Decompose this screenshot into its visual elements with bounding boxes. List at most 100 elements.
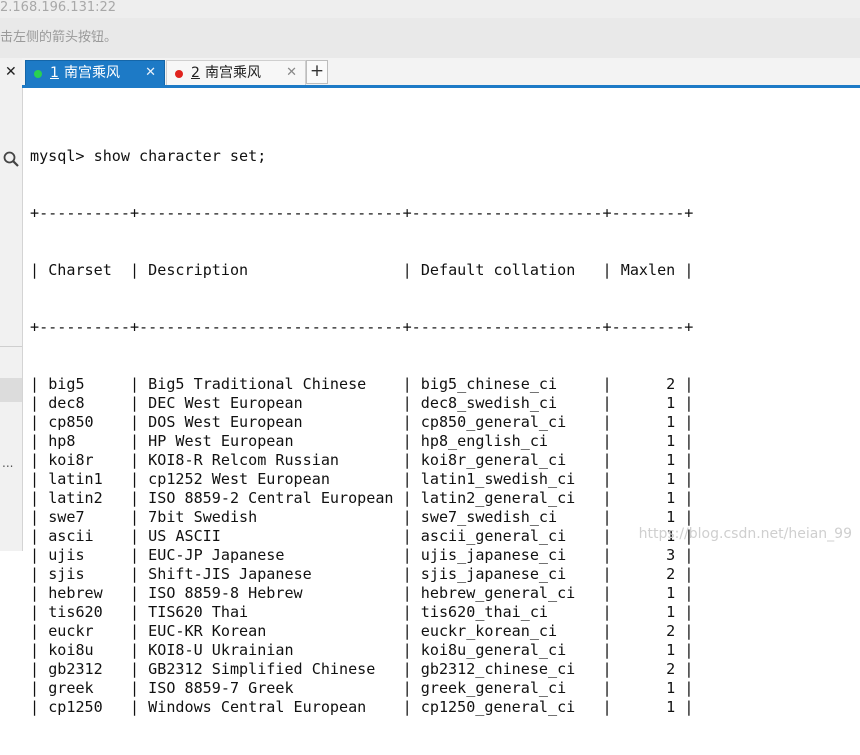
cell-description: EUC-JP Japanese bbox=[148, 546, 285, 564]
cell-collation: koi8u_general_ci bbox=[420, 641, 567, 659]
table-row: | ascii | US ASCII | ascii_general_ci | … bbox=[30, 527, 694, 545]
add-tab-button[interactable]: + bbox=[306, 60, 328, 84]
header-description: Description bbox=[148, 261, 249, 279]
cell-collation: cp1250_general_ci bbox=[420, 698, 576, 716]
cell-description: ISO 8859-7 Greek bbox=[148, 679, 294, 697]
cell-collation: tis620_thai_ci bbox=[420, 603, 549, 621]
panel-selected-item[interactable] bbox=[0, 378, 22, 402]
cell-charset: euckr bbox=[48, 622, 94, 640]
cell-charset: swe7 bbox=[48, 508, 85, 526]
cell-description: ISO 8859-8 Hebrew bbox=[148, 584, 303, 602]
cell-charset: sjis bbox=[48, 565, 85, 583]
cell-collation: hp8_english_ci bbox=[420, 432, 549, 450]
cell-collation: cp850_general_ci bbox=[420, 413, 567, 431]
cell-description: KOI8-U Ukrainian bbox=[148, 641, 294, 659]
cell-collation: hebrew_general_ci bbox=[420, 584, 576, 602]
terminal-pane[interactable]: mysql> show character set; +----------+-… bbox=[23, 88, 860, 716]
cell-description: ISO 8859-2 Central European bbox=[148, 489, 394, 507]
table-row: | hp8 | HP West European | hp8_english_c… bbox=[30, 432, 694, 450]
table-row: | swe7 | 7bit Swedish | swe7_swedish_ci … bbox=[30, 508, 694, 526]
close-tab-icon[interactable]: ✕ bbox=[286, 61, 297, 85]
disconnected-status-icon bbox=[175, 70, 183, 78]
cell-maxlen: 1 bbox=[666, 641, 676, 659]
tab-session-1[interactable]: 1 南宫乘风 ✕ bbox=[25, 60, 165, 86]
close-tab-icon[interactable]: ✕ bbox=[145, 61, 156, 85]
table-header: | Charset | Description | Default collat… bbox=[30, 261, 694, 279]
table-row: | cp850 | DOS West European | cp850_gene… bbox=[30, 413, 694, 431]
address-text: 2.168.196.131:22 bbox=[0, 0, 117, 15]
table-body: | big5 | Big5 Traditional Chinese | big5… bbox=[30, 375, 693, 717]
cell-charset: dec8 bbox=[48, 394, 85, 412]
cell-collation: greek_general_ci bbox=[420, 679, 567, 697]
watermark: https://blog.csdn.net/heian_99 bbox=[638, 526, 852, 542]
cell-description: DEC West European bbox=[148, 394, 303, 412]
cell-description: KOI8-R Relcom Russian bbox=[148, 451, 339, 469]
panel-divider bbox=[0, 346, 22, 347]
tab-label: 南宫乘风 bbox=[64, 65, 120, 81]
cell-charset: koi8u bbox=[48, 641, 94, 659]
cell-collation: gb2312_chinese_ci bbox=[420, 660, 576, 678]
table-row: | euckr | EUC-KR Korean | euckr_korean_c… bbox=[30, 622, 694, 640]
table-row: | tis620 | TIS620 Thai | tis620_thai_ci … bbox=[30, 603, 694, 621]
cell-maxlen: 1 bbox=[666, 470, 676, 488]
cell-maxlen: 1 bbox=[666, 413, 676, 431]
tab-number: 2 bbox=[191, 65, 200, 81]
command-line: mysql> show character set; bbox=[30, 147, 693, 166]
table-row: | big5 | Big5 Traditional Chinese | big5… bbox=[30, 375, 694, 393]
cell-maxlen: 1 bbox=[666, 394, 676, 412]
cell-charset: latin2 bbox=[48, 489, 103, 507]
cell-description: HP West European bbox=[148, 432, 294, 450]
header-collation: Default collation bbox=[420, 261, 576, 279]
table-row: | latin2 | ISO 8859-2 Central European |… bbox=[30, 489, 694, 507]
cell-collation: ujis_japanese_ci bbox=[420, 546, 567, 564]
cell-description: GB2312 Simplified Chinese bbox=[148, 660, 376, 678]
table-row: | hebrew | ISO 8859-8 Hebrew | hebrew_ge… bbox=[30, 584, 694, 602]
cell-collation: koi8r_general_ci bbox=[420, 451, 567, 469]
cell-description: Big5 Traditional Chinese bbox=[148, 375, 367, 393]
table-row: | gb2312 | GB2312 Simplified Chinese | g… bbox=[30, 660, 694, 678]
cell-charset: tis620 bbox=[48, 603, 103, 621]
cell-maxlen: 1 bbox=[666, 698, 676, 716]
table-border: +----------+----------------------------… bbox=[30, 204, 694, 222]
tab-session-2[interactable]: 2 南宫乘风 ✕ bbox=[166, 60, 306, 86]
cell-maxlen: 1 bbox=[666, 489, 676, 507]
cell-maxlen: 1 bbox=[666, 451, 676, 469]
cell-charset: greek bbox=[48, 679, 94, 697]
cell-collation: ascii_general_ci bbox=[420, 527, 567, 545]
cell-collation: sjis_japanese_ci bbox=[420, 565, 567, 583]
cell-maxlen: 1 bbox=[666, 679, 676, 697]
more-icon[interactable]: ... bbox=[2, 456, 13, 470]
cell-description: Shift-JIS Japanese bbox=[148, 565, 312, 583]
cell-charset: latin1 bbox=[48, 470, 103, 488]
table-row: | latin1 | cp1252 West European | latin1… bbox=[30, 470, 694, 488]
search-icon[interactable] bbox=[2, 150, 20, 168]
hint-bar: 击左侧的箭头按钮。 bbox=[0, 18, 860, 58]
cell-charset: koi8r bbox=[48, 451, 94, 469]
cell-collation: latin1_swedish_ci bbox=[420, 470, 576, 488]
cell-charset: hebrew bbox=[48, 584, 103, 602]
cell-description: EUC-KR Korean bbox=[148, 622, 267, 640]
cell-charset: cp1250 bbox=[48, 698, 103, 716]
prompt: mysql> bbox=[30, 147, 94, 165]
terminal-output: mysql> show character set; +----------+-… bbox=[30, 109, 693, 755]
cell-collation: big5_chinese_ci bbox=[420, 375, 558, 393]
cell-maxlen: 1 bbox=[666, 584, 676, 602]
close-panel-icon[interactable]: ✕ bbox=[5, 64, 17, 80]
cell-maxlen: 2 bbox=[666, 660, 676, 678]
tab-number: 1 bbox=[50, 65, 59, 81]
cell-charset: hp8 bbox=[48, 432, 76, 450]
cell-maxlen: 1 bbox=[666, 432, 676, 450]
cell-description: US ASCII bbox=[148, 527, 221, 545]
table-row: | ujis | EUC-JP Japanese | ujis_japanese… bbox=[30, 546, 694, 564]
table-row: | sjis | Shift-JIS Japanese | sjis_japan… bbox=[30, 565, 694, 583]
cell-collation: euckr_korean_ci bbox=[420, 622, 558, 640]
cell-collation: latin2_general_ci bbox=[420, 489, 576, 507]
command-text: show character set; bbox=[93, 147, 267, 165]
cell-description: Windows Central European bbox=[148, 698, 367, 716]
cell-charset: ascii bbox=[48, 527, 94, 545]
tab-label: 南宫乘风 bbox=[205, 65, 261, 81]
cell-maxlen: 2 bbox=[666, 622, 676, 640]
cell-description: TIS620 Thai bbox=[148, 603, 249, 621]
cell-charset: gb2312 bbox=[48, 660, 103, 678]
cell-maxlen: 2 bbox=[666, 565, 676, 583]
